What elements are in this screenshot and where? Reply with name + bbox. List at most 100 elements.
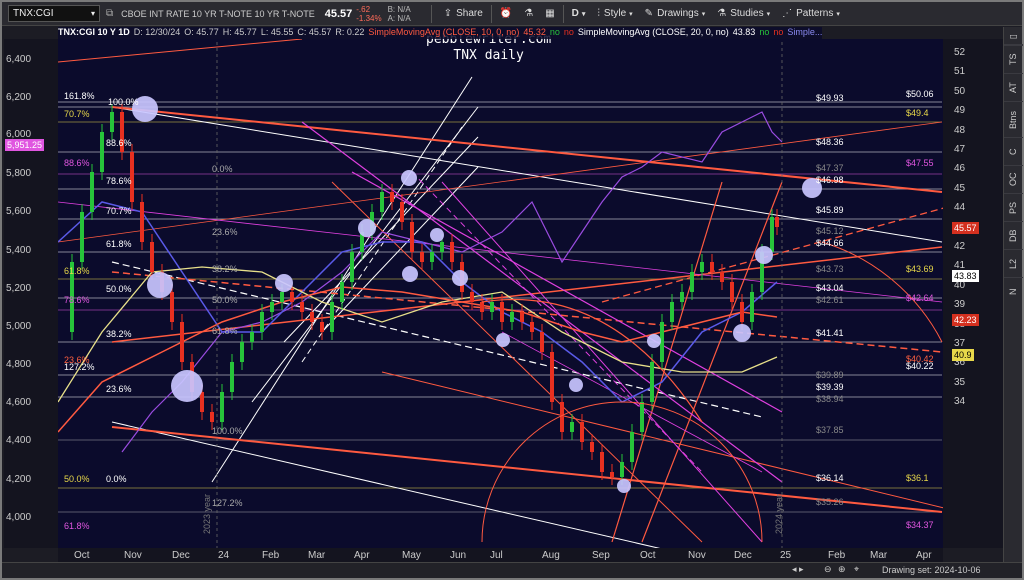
level-label: $41.41 xyxy=(816,328,844,338)
sidebar-tab-btns[interactable]: Btns xyxy=(1004,101,1023,137)
red-trend-line xyxy=(381,371,943,509)
pivot-marker xyxy=(496,333,510,347)
sidebar-tab-at[interactable]: AT xyxy=(1004,73,1023,101)
fib-percent-label: 50.0% xyxy=(106,284,132,294)
period-button[interactable]: D ▾ xyxy=(566,2,592,26)
left-axis-tick: 4,000 xyxy=(6,512,32,523)
candle-body xyxy=(520,312,524,322)
fib-percent-label: 23.6% xyxy=(106,384,132,394)
left-axis-tick: 5,800 xyxy=(6,168,32,179)
candle-body xyxy=(600,452,604,472)
candle-body xyxy=(330,302,334,332)
grid-button[interactable]: ▦ xyxy=(539,2,560,26)
flask-button[interactable]: ⚗ xyxy=(518,2,539,26)
app-window: TNX:CGI ▾ ⧉ CBOE INT RATE 10 YR T-NOTE 1… xyxy=(0,0,1024,580)
panel-toggle-icon[interactable]: ▭ xyxy=(1004,27,1023,45)
candle-body xyxy=(610,472,614,477)
chevron-down-icon: ▾ xyxy=(836,10,840,18)
drawings-button[interactable]: ✎ Drawings ▾ xyxy=(639,2,712,26)
sidebar-tab-c[interactable]: C xyxy=(1004,137,1023,165)
symbol-input[interactable]: TNX:CGI ▾ xyxy=(8,5,100,22)
sidebar-tab-ps[interactable]: PS xyxy=(1004,193,1023,221)
time-axis-tick: Jun xyxy=(450,550,467,561)
alarm-button[interactable]: ⏰ xyxy=(494,2,518,26)
chart-info-row: TNX:CGI 10 Y 1D D: 12/30/24 O: 45.77 H: … xyxy=(58,27,823,39)
fib-percent-label: 50.0% xyxy=(64,474,90,484)
time-axis-tick: Mar xyxy=(870,550,888,561)
sidebar-tab-l2[interactable]: L2 xyxy=(1004,249,1023,277)
fib-percent-label: 127.2% xyxy=(212,498,243,508)
right-price-tag: 43.83 xyxy=(952,270,979,282)
time-axis-tick: Nov xyxy=(688,550,706,561)
nav-left-icon[interactable]: ◂ ▸ xyxy=(792,564,804,575)
time-axis-tick: Apr xyxy=(916,550,932,561)
candle-body xyxy=(100,132,104,172)
time-axis-tick: Feb xyxy=(828,550,846,561)
sidebar-tab-db[interactable]: DB xyxy=(1004,221,1023,249)
alarm-clock-icon: ⏰ xyxy=(499,8,513,19)
info-date: D: 12/30/24 xyxy=(133,27,181,37)
candle-body xyxy=(300,302,304,312)
fib-percent-label: 38.2% xyxy=(106,329,132,339)
fib-percent-label: 70.7% xyxy=(106,206,132,216)
pivot-marker xyxy=(275,274,293,292)
pencil-icon: ✎ xyxy=(644,8,654,19)
fan-line-dashed xyxy=(411,171,703,473)
chevron-down-icon[interactable]: ▾ xyxy=(91,9,95,18)
fib-percent-label: 50.0% xyxy=(212,295,238,305)
bid-ask-block: B: N/A A: N/A xyxy=(388,5,411,23)
fib-percent-label: 88.6% xyxy=(106,138,132,148)
right-axis-tick: 37 xyxy=(954,338,966,349)
candle-body xyxy=(540,332,544,352)
sidebar-tab-n[interactable]: N xyxy=(1004,277,1023,305)
time-axis-tick: Oct xyxy=(640,550,656,561)
divider xyxy=(490,4,492,23)
left-axis-tick: 5,400 xyxy=(6,245,32,256)
left-axis-tick: 5,600 xyxy=(6,206,32,217)
fib-percent-label: 78.6% xyxy=(106,176,132,186)
flask-icon: ⚗ xyxy=(717,8,727,19)
style-button[interactable]: ⫶ Style ▾ xyxy=(591,2,638,26)
candle-body xyxy=(210,412,214,422)
candle-body xyxy=(740,302,744,322)
fib-percent-label: 61.8% xyxy=(106,239,132,249)
chart-plot-area[interactable] xyxy=(58,39,943,548)
left-axis-tick: 4,600 xyxy=(6,397,32,408)
candle-body xyxy=(90,172,94,212)
pivot-marker xyxy=(647,334,661,348)
candle-body xyxy=(700,262,704,272)
sidebar-tab-oc[interactable]: OC xyxy=(1004,165,1023,193)
candle-body xyxy=(720,272,724,282)
sidebar-tab-ts[interactable]: TS xyxy=(1004,45,1023,73)
link-icon[interactable]: ⧉ xyxy=(106,8,113,19)
fib-percent-label: 61.8% xyxy=(212,326,238,336)
share-label: Share xyxy=(456,8,483,19)
fib-percent-label: 88.6% xyxy=(64,158,90,168)
left-axis-tick: 4,800 xyxy=(6,359,32,370)
candle-body xyxy=(220,392,224,422)
time-axis-tick: Nov xyxy=(124,550,142,561)
share-button[interactable]: ⇪ Share xyxy=(438,2,489,26)
year-label: 2024 year xyxy=(774,493,784,534)
zoom-out-icon[interactable]: ⊖ xyxy=(824,564,832,575)
patterns-button[interactable]: ⋰ Patterns ▾ xyxy=(776,2,846,26)
candle-body xyxy=(440,242,444,252)
candle-body xyxy=(690,272,694,292)
chart-drawing-layer xyxy=(58,39,943,548)
time-axis-tick: Mar xyxy=(308,550,326,561)
pivot-marker xyxy=(733,324,751,342)
studies-button[interactable]: ⚗ Studies ▾ xyxy=(711,2,776,26)
candle-body xyxy=(560,402,564,432)
crosshair-icon[interactable]: ⌖ xyxy=(854,564,859,575)
time-axis-tick: Dec xyxy=(734,550,752,561)
candle-body xyxy=(200,392,204,412)
candle-body xyxy=(230,362,234,392)
time-axis-tick: Oct xyxy=(74,550,90,561)
zoom-in-icon[interactable]: ⊕ xyxy=(838,564,846,575)
right-axis-tick: 47 xyxy=(954,144,966,155)
candle-body xyxy=(500,302,504,322)
candle-body xyxy=(320,322,324,332)
sma20-value: 43.83 xyxy=(732,27,756,37)
candle-body xyxy=(170,292,174,322)
sma10-no2: no xyxy=(563,27,574,37)
